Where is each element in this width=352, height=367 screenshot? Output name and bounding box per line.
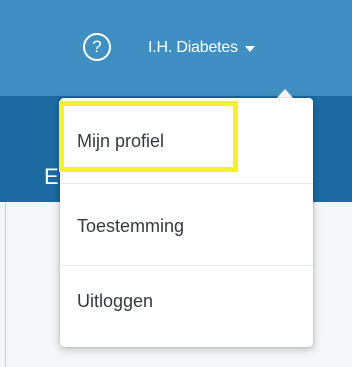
menu-item-consent[interactable]: Toestemming: [60, 206, 313, 246]
sub-header-partial-text: E: [44, 164, 59, 189]
menu-item-logout[interactable]: Uitloggen: [60, 281, 313, 321]
menu-item-my-profile[interactable]: Mijn profiel: [60, 121, 313, 161]
page-border-line: [5, 202, 6, 367]
menu-divider: [60, 183, 313, 184]
user-menu-toggle[interactable]: I.H. Diabetes: [148, 34, 255, 62]
help-icon[interactable]: ?: [83, 33, 111, 61]
screen: ? I.H. Diabetes E Mijn profiel Toestemmi…: [0, 0, 352, 367]
caret-down-icon: [244, 46, 255, 52]
user-name-label: I.H. Diabetes: [148, 39, 238, 56]
menu-divider: [60, 265, 313, 266]
